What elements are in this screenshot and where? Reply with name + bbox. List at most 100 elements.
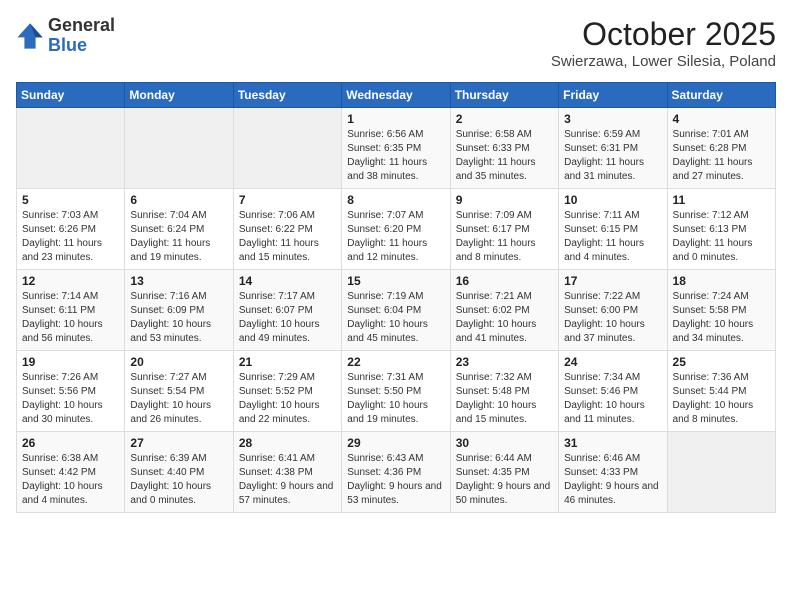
day-info: Sunrise: 7:16 AMSunset: 6:09 PMDaylight:… — [130, 290, 227, 346]
calendar-cell: 22 Sunrise: 7:31 AMSunset: 5:50 PMDayligh… — [342, 351, 450, 432]
calendar-cell: 8 Sunrise: 7:07 AMSunset: 6:20 PMDaylight… — [342, 189, 450, 270]
calendar-cell: 24 Sunrise: 7:34 AMSunset: 5:46 PMDayligh… — [559, 351, 667, 432]
day-info: Sunrise: 6:39 AMSunset: 4:40 PMDaylight:… — [130, 452, 227, 508]
calendar-cell: 9Sunrise: 7:09 AMSunset: 6:17 PMDaylight… — [450, 189, 558, 270]
day-info: Sunrise: 7:26 AMSunset: 5:56 PMDaylight:… — [22, 371, 119, 427]
day-info: Sunrise: 6:44 AMSunset: 4:35 PMDaylight:… — [456, 452, 553, 508]
calendar-cell: 12 Sunrise: 7:14 AMSunset: 6:11 PMDayligh… — [17, 270, 125, 351]
day-info: Sunrise: 7:27 AMSunset: 5:54 PMDaylight:… — [130, 371, 227, 427]
calendar-cell: 13 Sunrise: 7:16 AMSunset: 6:09 PMDayligh… — [125, 270, 233, 351]
day-info: Sunrise: 7:34 AMSunset: 5:46 PMDaylight:… — [564, 371, 661, 427]
page-header: General Blue October 2025 Swierzawa, Low… — [16, 16, 776, 70]
weekday-header: Tuesday — [233, 83, 341, 108]
day-number: 24 — [564, 355, 661, 369]
day-number: 8 — [347, 193, 444, 207]
day-number: 11 — [673, 193, 770, 207]
calendar-cell: 26 Sunrise: 6:38 AMSunset: 4:42 PMDayligh… — [17, 432, 125, 513]
logo-text: General Blue — [48, 16, 115, 56]
calendar-cell: 17Sunrise: 7:22 AMSunset: 6:00 PMDayligh… — [559, 270, 667, 351]
weekday-header-row: SundayMondayTuesdayWednesdayThursdayFrid… — [17, 83, 776, 108]
day-number: 13 — [130, 274, 227, 288]
calendar-cell: 30 Sunrise: 6:44 AMSunset: 4:35 PMDayligh… — [450, 432, 558, 513]
weekday-header: Monday — [125, 83, 233, 108]
day-number: 12 — [22, 274, 119, 288]
day-info: Sunrise: 7:03 AMSunset: 6:26 PMDaylight:… — [22, 209, 119, 265]
calendar-cell: 10 Sunrise: 7:11 AMSunset: 6:15 PMDayligh… — [559, 189, 667, 270]
day-info: Sunrise: 6:38 AMSunset: 4:42 PMDaylight:… — [22, 452, 119, 508]
location-title: Swierzawa, Lower Silesia, Poland — [551, 53, 776, 70]
calendar-week-row: 1 Sunrise: 6:56 AMSunset: 6:35 PMDaylight… — [17, 108, 776, 189]
calendar-cell: 7 Sunrise: 7:06 AMSunset: 6:22 PMDaylight… — [233, 189, 341, 270]
calendar-cell: 29 Sunrise: 6:43 AMSunset: 4:36 PMDayligh… — [342, 432, 450, 513]
day-info: Sunrise: 7:36 AMSunset: 5:44 PMDaylight:… — [673, 371, 770, 427]
day-number: 27 — [130, 436, 227, 450]
weekday-header: Thursday — [450, 83, 558, 108]
day-number: 26 — [22, 436, 119, 450]
day-number: 29 — [347, 436, 444, 450]
calendar-cell: 28Sunrise: 6:41 AMSunset: 4:38 PMDayligh… — [233, 432, 341, 513]
day-info: Sunrise: 7:14 AMSunset: 6:11 PMDaylight:… — [22, 290, 119, 346]
day-info: Sunrise: 7:07 AMSunset: 6:20 PMDaylight:… — [347, 209, 444, 265]
day-number: 17 — [564, 274, 661, 288]
weekday-header: Sunday — [17, 83, 125, 108]
day-info: Sunrise: 7:11 AMSunset: 6:15 PMDaylight:… — [564, 209, 661, 265]
day-number: 30 — [456, 436, 553, 450]
day-info: Sunrise: 7:17 AMSunset: 6:07 PMDaylight:… — [239, 290, 336, 346]
calendar-cell: 2Sunrise: 6:58 AMSunset: 6:33 PMDaylight… — [450, 108, 558, 189]
day-info: Sunrise: 7:19 AMSunset: 6:04 PMDaylight:… — [347, 290, 444, 346]
calendar-cell: 5 Sunrise: 7:03 AMSunset: 6:26 PMDaylight… — [17, 189, 125, 270]
logo: General Blue — [16, 16, 115, 56]
calendar-cell: 18Sunrise: 7:24 AMSunset: 5:58 PMDayligh… — [667, 270, 775, 351]
day-info: Sunrise: 7:29 AMSunset: 5:52 PMDaylight:… — [239, 371, 336, 427]
calendar-cell: 1 Sunrise: 6:56 AMSunset: 6:35 PMDaylight… — [342, 108, 450, 189]
day-number: 1 — [347, 112, 444, 126]
day-number: 21 — [239, 355, 336, 369]
calendar-cell: 20 Sunrise: 7:27 AMSunset: 5:54 PMDayligh… — [125, 351, 233, 432]
calendar-week-row: 5 Sunrise: 7:03 AMSunset: 6:26 PMDaylight… — [17, 189, 776, 270]
day-number: 25 — [673, 355, 770, 369]
day-number: 7 — [239, 193, 336, 207]
day-info: Sunrise: 7:12 AMSunset: 6:13 PMDaylight:… — [673, 209, 770, 265]
calendar-week-row: 19 Sunrise: 7:26 AMSunset: 5:56 PMDayligh… — [17, 351, 776, 432]
day-number: 6 — [130, 193, 227, 207]
calendar-cell: 23 Sunrise: 7:32 AMSunset: 5:48 PMDayligh… — [450, 351, 558, 432]
calendar-cell: 14Sunrise: 7:17 AMSunset: 6:07 PMDayligh… — [233, 270, 341, 351]
calendar-cell — [17, 108, 125, 189]
day-info: Sunrise: 7:01 AMSunset: 6:28 PMDaylight:… — [673, 128, 770, 184]
logo-icon — [16, 22, 44, 50]
day-info: Sunrise: 7:06 AMSunset: 6:22 PMDaylight:… — [239, 209, 336, 265]
calendar-cell: 31Sunrise: 6:46 AMSunset: 4:33 PMDayligh… — [559, 432, 667, 513]
day-info: Sunrise: 7:21 AMSunset: 6:02 PMDaylight:… — [456, 290, 553, 346]
day-info: Sunrise: 6:56 AMSunset: 6:35 PMDaylight:… — [347, 128, 444, 184]
calendar-cell: 3 Sunrise: 6:59 AMSunset: 6:31 PMDaylight… — [559, 108, 667, 189]
day-number: 10 — [564, 193, 661, 207]
day-info: Sunrise: 7:31 AMSunset: 5:50 PMDaylight:… — [347, 371, 444, 427]
calendar-cell — [233, 108, 341, 189]
day-number: 16 — [456, 274, 553, 288]
calendar-cell: 19 Sunrise: 7:26 AMSunset: 5:56 PMDayligh… — [17, 351, 125, 432]
calendar-week-row: 26 Sunrise: 6:38 AMSunset: 4:42 PMDayligh… — [17, 432, 776, 513]
day-number: 5 — [22, 193, 119, 207]
calendar-cell: 4 Sunrise: 7:01 AMSunset: 6:28 PMDaylight… — [667, 108, 775, 189]
calendar-cell: 15 Sunrise: 7:19 AMSunset: 6:04 PMDayligh… — [342, 270, 450, 351]
day-number: 9 — [456, 193, 553, 207]
day-info: Sunrise: 7:04 AMSunset: 6:24 PMDaylight:… — [130, 209, 227, 265]
title-block: October 2025 Swierzawa, Lower Silesia, P… — [551, 16, 776, 70]
calendar-cell — [667, 432, 775, 513]
day-number: 20 — [130, 355, 227, 369]
calendar-cell: 21 Sunrise: 7:29 AMSunset: 5:52 PMDayligh… — [233, 351, 341, 432]
calendar-cell: 25 Sunrise: 7:36 AMSunset: 5:44 PMDayligh… — [667, 351, 775, 432]
day-number: 15 — [347, 274, 444, 288]
day-number: 3 — [564, 112, 661, 126]
day-number: 4 — [673, 112, 770, 126]
day-number: 22 — [347, 355, 444, 369]
day-number: 19 — [22, 355, 119, 369]
day-info: Sunrise: 6:46 AMSunset: 4:33 PMDaylight:… — [564, 452, 661, 508]
day-info: Sunrise: 6:43 AMSunset: 4:36 PMDaylight:… — [347, 452, 444, 508]
day-info: Sunrise: 7:32 AMSunset: 5:48 PMDaylight:… — [456, 371, 553, 427]
day-info: Sunrise: 6:59 AMSunset: 6:31 PMDaylight:… — [564, 128, 661, 184]
month-title: October 2025 — [551, 16, 776, 53]
day-number: 2 — [456, 112, 553, 126]
day-number: 23 — [456, 355, 553, 369]
weekday-header: Saturday — [667, 83, 775, 108]
